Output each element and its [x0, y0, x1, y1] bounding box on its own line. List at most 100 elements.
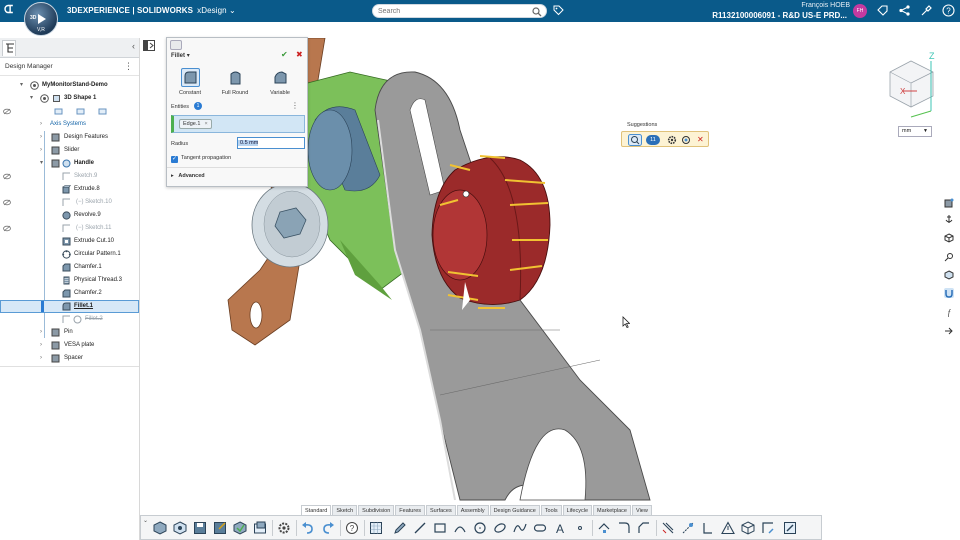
compass-icon[interactable]: 3D V,R: [24, 2, 58, 36]
tab-marketplace[interactable]: Marketplace: [593, 505, 631, 515]
user-name[interactable]: François HOEB: [700, 2, 850, 9]
measure-icon[interactable]: [944, 252, 954, 262]
tab-subdivision[interactable]: Subdivision: [358, 505, 395, 515]
tree-item-vesa-plate[interactable]: › VESA plate: [0, 339, 139, 352]
slot-icon[interactable]: [533, 521, 547, 535]
collapse-right-icon[interactable]: [944, 326, 954, 336]
remove-entity-icon[interactable]: ×: [204, 121, 207, 127]
tree-item-chamfer-1[interactable]: Chamfer.1: [0, 261, 139, 274]
tab-sketch[interactable]: Sketch: [332, 505, 358, 515]
section-icon[interactable]: [944, 270, 954, 280]
ok-check-icon[interactable]: ✔: [281, 50, 288, 59]
expand-arrow-icon[interactable]: ▾: [30, 92, 33, 105]
tree-item-handle[interactable]: ▾ Handle: [0, 157, 139, 170]
avatar[interactable]: FH: [853, 4, 867, 18]
gear-icon[interactable]: [277, 521, 291, 535]
warning-icon[interactable]: [721, 521, 735, 535]
search-input[interactable]: [373, 5, 523, 17]
add-icon[interactable]: [876, 4, 889, 17]
tools-icon[interactable]: [920, 4, 933, 17]
rectangle-icon[interactable]: [433, 521, 447, 535]
tree-item-axis-systems[interactable]: › Axis Systems: [0, 118, 139, 131]
tree-item-fillet-1[interactable]: Fillet.1: [0, 300, 139, 313]
search-icon[interactable]: [532, 7, 542, 17]
tab-tools[interactable]: Tools: [540, 505, 562, 515]
fillet-type-variable[interactable]: Variable: [260, 68, 300, 98]
suggestion-count-badge[interactable]: 11: [646, 135, 660, 145]
spline-icon[interactable]: [513, 521, 527, 535]
sketch-chamfer-icon[interactable]: [637, 521, 651, 535]
tree-item-sketch-11[interactable]: (−) Sketch.11: [0, 222, 139, 235]
tab-view[interactable]: View: [632, 505, 652, 515]
redo-icon[interactable]: [321, 521, 335, 535]
plane-top-icon[interactable]: [76, 107, 85, 116]
close-icon[interactable]: ✕: [697, 135, 707, 145]
constraint-icon[interactable]: [681, 521, 695, 535]
tree-item-pin[interactable]: › Pin: [0, 326, 139, 339]
sketch-exit-icon[interactable]: [761, 521, 775, 535]
tree-item-revolve-9[interactable]: Revolve.9: [0, 209, 139, 222]
chevron-down-icon[interactable]: ⌄: [143, 517, 148, 524]
save-as-icon[interactable]: [213, 521, 227, 535]
tab-lifecycle[interactable]: Lifecycle: [562, 505, 593, 515]
tab-surfaces[interactable]: Surfaces: [426, 505, 456, 515]
help-icon[interactable]: ?: [942, 4, 955, 17]
help-icon[interactable]: ?: [345, 521, 359, 535]
expand-arrow-icon[interactable]: ▾: [20, 79, 23, 92]
edit-sketch-icon[interactable]: [783, 521, 797, 535]
visibility-icon[interactable]: [3, 108, 11, 115]
drawing-icon[interactable]: [253, 521, 267, 535]
tree-item-extrude-cut-10[interactable]: Extrude Cut.10: [0, 235, 139, 248]
close-icon[interactable]: ✖: [296, 50, 303, 59]
tree-tab-icon[interactable]: [2, 40, 16, 56]
tree-item-3d-shape[interactable]: ▾ 3D Shape 1: [0, 92, 139, 105]
radius-input[interactable]: 0.5 mm: [237, 137, 305, 149]
chevron-down-icon[interactable]: ▾: [187, 53, 190, 59]
entities-menu-icon[interactable]: ⋮: [291, 101, 299, 110]
tab-assembly[interactable]: Assembly: [456, 505, 489, 515]
tree-item-slider[interactable]: › Slider: [0, 144, 139, 157]
fillet-type-full-round[interactable]: Full Round: [215, 68, 255, 98]
entities-selection-box[interactable]: Edge.1 ×: [171, 115, 305, 133]
tab-standard[interactable]: Standard: [301, 505, 332, 515]
view-cube-icon[interactable]: Z X: [883, 51, 941, 121]
undo-icon[interactable]: [301, 521, 315, 535]
tree-item-physical-thread-3[interactable]: Physical Thread.3: [0, 274, 139, 287]
fillet-type-constant[interactable]: Constant: [170, 68, 210, 98]
expand-arrow-icon[interactable]: ›: [40, 339, 42, 352]
expand-arrow-icon[interactable]: ›: [40, 131, 42, 144]
plane-front-icon[interactable]: [54, 107, 63, 116]
tree-item-sketch-10[interactable]: (−) Sketch.10: [0, 196, 139, 209]
suggestion-search-icon[interactable]: [628, 134, 642, 146]
advanced-section[interactable]: ▸ Advanced: [171, 173, 205, 179]
cube-icon[interactable]: [944, 233, 954, 243]
trim-icon[interactable]: [597, 521, 611, 535]
fillet-header-icon[interactable]: [170, 40, 182, 50]
tree-item-spacer[interactable]: › Spacer: [0, 352, 139, 365]
sketch-fillet-icon[interactable]: [617, 521, 631, 535]
line-icon[interactable]: [413, 521, 427, 535]
offset-icon[interactable]: [661, 521, 675, 535]
fillet-title[interactable]: Fillet ▾: [171, 52, 190, 59]
tree-item-fillet-2[interactable]: Fillet.2: [0, 313, 139, 326]
tab-features[interactable]: Features: [395, 505, 426, 515]
tangent-propagation-checkbox[interactable]: ✓: [171, 156, 178, 163]
revision-icon[interactable]: [233, 521, 247, 535]
plane-right-icon[interactable]: [98, 107, 107, 116]
expand-arrow-icon[interactable]: ▸: [171, 173, 174, 179]
tree-item-chamfer-2[interactable]: Chamfer.2: [0, 287, 139, 300]
save-icon[interactable]: [193, 521, 207, 535]
anchor-icon[interactable]: [944, 214, 954, 224]
app-name[interactable]: xDesign: [197, 6, 227, 15]
text-icon[interactable]: A: [553, 521, 567, 535]
panel-menu-icon[interactable]: ⋮: [124, 61, 133, 72]
tree-item-root[interactable]: ▾ MyMonitorStand-Demo: [0, 79, 139, 92]
new-shape-icon[interactable]: [153, 521, 167, 535]
search-box[interactable]: [372, 4, 547, 18]
suggestion-filter-icon[interactable]: [681, 135, 691, 145]
ellipse-icon[interactable]: [493, 521, 507, 535]
entity-chip[interactable]: Edge.1 ×: [179, 119, 212, 129]
expand-arrow-icon[interactable]: ›: [40, 326, 42, 339]
chevron-down-icon[interactable]: ⌄: [229, 6, 236, 15]
circle-icon[interactable]: [473, 521, 487, 535]
